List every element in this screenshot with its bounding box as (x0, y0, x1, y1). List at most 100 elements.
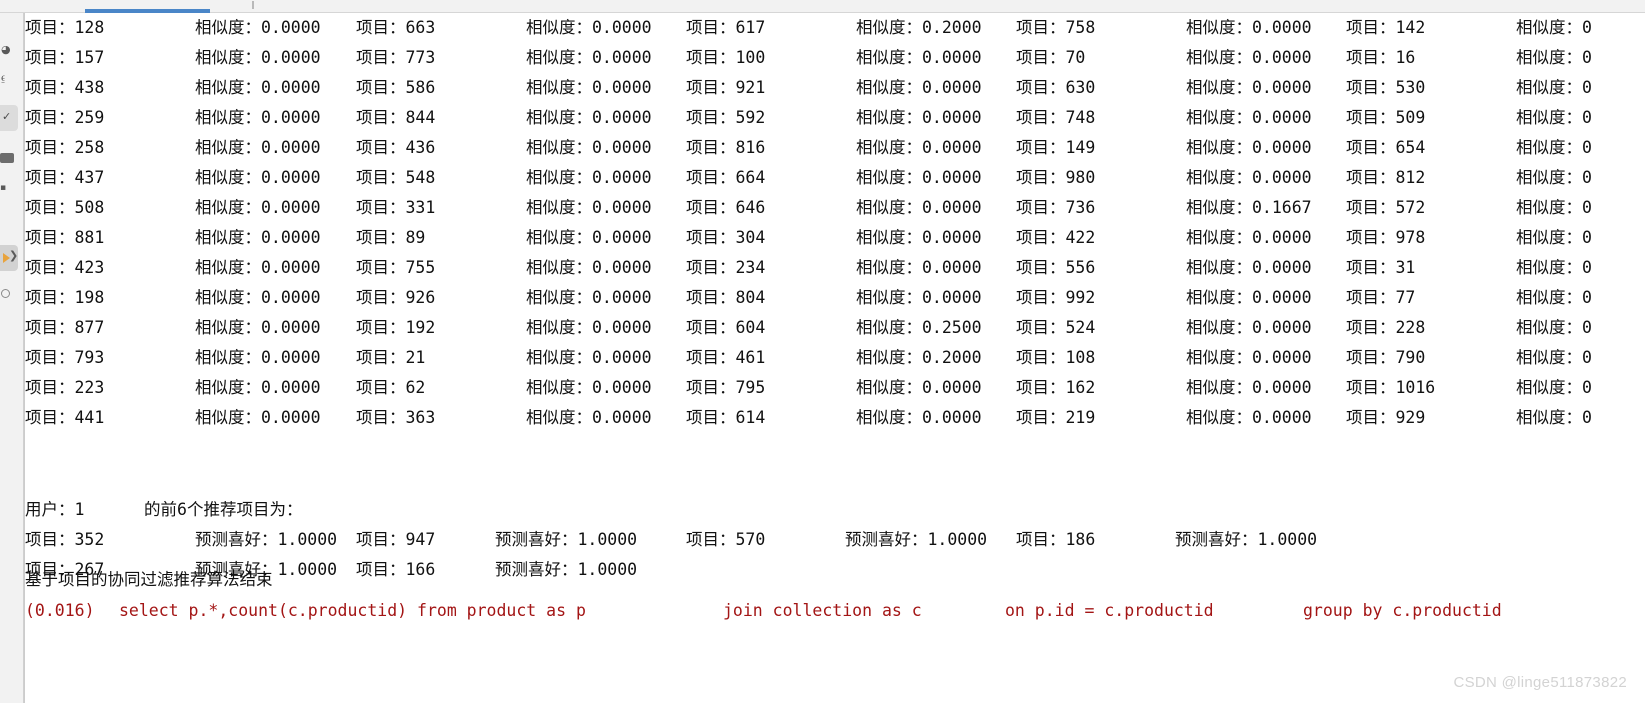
grid-similarity-value: 相似度：0 (1516, 198, 1592, 217)
notifications-icon[interactable]: ▪ (0, 181, 23, 195)
sql-log-timing: (0.016) (25, 601, 95, 620)
grid-item-label: 项目：586 (356, 78, 436, 97)
grid-similarity-value: 相似度：0.0000 (195, 108, 321, 127)
sql-log-on-clause: on p.id = c.productid (1005, 601, 1214, 620)
grid-item-label: 项目：844 (356, 108, 436, 127)
grid-item-label: 项目：128 (25, 18, 105, 37)
grid-item-label: 项目：758 (1016, 18, 1096, 37)
grid-item-label: 项目：773 (356, 48, 436, 67)
grid-item-label: 项目：793 (25, 348, 105, 367)
grid-similarity-value: 相似度：0.0000 (1186, 318, 1312, 337)
clock-icon[interactable] (1, 289, 10, 298)
grid-item-label: 项目：198 (25, 288, 105, 307)
recommendation-item-label: 项目：352 (25, 530, 105, 549)
recommendation-item-label: 项目：947 (356, 530, 436, 549)
grid-similarity-value: 相似度：0.0000 (195, 78, 321, 97)
grid-similarity-value: 相似度：0.0000 (526, 198, 652, 217)
terminal-icon[interactable] (0, 153, 14, 163)
grid-similarity-value: 相似度：0.0000 (195, 288, 321, 307)
chevron-right-icon[interactable]: ❯ (9, 249, 23, 263)
grid-similarity-value: 相似度：0.0000 (195, 18, 321, 37)
grid-item-label: 项目：162 (1016, 378, 1096, 397)
grid-similarity-value: 相似度：0.0000 (856, 138, 982, 157)
grid-similarity-value: 相似度：0.0000 (1186, 48, 1312, 67)
grid-similarity-value: 相似度：0.0000 (526, 348, 652, 367)
grid-similarity-value: 相似度：0 (1516, 378, 1592, 397)
grid-item-label: 项目：921 (686, 78, 766, 97)
grid-similarity-value: 相似度：0.0000 (526, 18, 652, 37)
grid-similarity-value: 相似度：0.0000 (195, 198, 321, 217)
grid-item-label: 项目：816 (686, 138, 766, 157)
sql-log-select-clause: select p.*,count(c.productid) from produ… (119, 601, 586, 620)
grid-item-label: 项目：363 (356, 408, 436, 427)
grid-item-label: 项目：77 (1346, 288, 1416, 307)
grid-similarity-value: 相似度：0.0000 (526, 378, 652, 397)
grid-similarity-value: 相似度：0.0000 (195, 408, 321, 427)
grid-item-label: 项目：509 (1346, 108, 1426, 127)
ide-left-tool-rail[interactable]: ⍷ ✓ ▪ ❯ ◕ (0, 13, 24, 703)
grid-item-label: 项目：192 (356, 318, 436, 337)
grid-item-label: 项目：881 (25, 228, 105, 247)
recommendation-score-value: 预测喜好：1.0000 (1175, 530, 1318, 549)
grid-similarity-value: 相似度：0.0000 (195, 48, 321, 67)
grid-similarity-value: 相似度：0 (1516, 108, 1592, 127)
sql-log-join-clause: join collection as c (723, 601, 922, 620)
grid-similarity-value: 相似度：0 (1516, 48, 1592, 67)
grid-item-label: 项目：524 (1016, 318, 1096, 337)
grid-item-label: 项目：929 (1346, 408, 1426, 427)
ide-top-toolbar[interactable] (0, 0, 1645, 13)
grid-similarity-value: 相似度：0.0000 (526, 228, 652, 247)
grid-item-label: 项目：89 (356, 228, 426, 247)
grid-item-label: 项目：755 (356, 258, 436, 277)
grid-item-label: 项目：62 (356, 378, 426, 397)
grid-similarity-value: 相似度：0.2500 (856, 318, 982, 337)
grid-similarity-value: 相似度：0.0000 (856, 78, 982, 97)
grid-item-label: 项目：508 (25, 198, 105, 217)
grid-item-label: 项目：258 (25, 138, 105, 157)
grid-item-label: 项目：556 (1016, 258, 1096, 277)
grid-similarity-value: 相似度：0.0000 (1186, 378, 1312, 397)
grid-similarity-value: 相似度：0 (1516, 138, 1592, 157)
recommendation-score-value: 预测喜好：1.0000 (195, 530, 338, 549)
recommendation-item-label: 项目：570 (686, 530, 766, 549)
grid-similarity-value: 相似度：0.0000 (856, 168, 982, 187)
grid-similarity-value: 相似度：0 (1516, 228, 1592, 247)
console-output-panel[interactable]: 项目：128 相似度：0.0000 项目：157 相似度：0.0000 项目：438 相似… (25, 13, 1645, 703)
grid-item-label: 项目：142 (1346, 18, 1426, 37)
check-icon[interactable]: ✓ (2, 110, 23, 124)
grid-item-label: 项目：614 (686, 408, 766, 427)
grid-item-label: 项目：630 (1016, 78, 1096, 97)
grid-item-label: 项目：926 (356, 288, 436, 307)
recommendation-header: 用户：1 的前6个推荐项目为： (25, 500, 303, 519)
grid-item-label: 项目：572 (1346, 198, 1426, 217)
grid-similarity-value: 相似度：0.0000 (526, 78, 652, 97)
algorithm-end-message: 基于项目的协同过滤推荐算法结束 (25, 570, 273, 589)
grid-similarity-value: 相似度：0.0000 (1186, 258, 1312, 277)
csdn-watermark: CSDN @linge511873822 (1453, 674, 1627, 691)
grid-similarity-value: 相似度：0 (1516, 288, 1592, 307)
grid-similarity-value: 相似度：0.0000 (195, 378, 321, 397)
grid-similarity-value: 相似度：0.0000 (195, 228, 321, 247)
grid-item-label: 项目：219 (1016, 408, 1096, 427)
grid-item-label: 项目：604 (686, 318, 766, 337)
grid-item-label: 项目：461 (686, 348, 766, 367)
grid-similarity-value: 相似度：0 (1516, 408, 1592, 427)
grid-similarity-value: 相似度：0.0000 (856, 288, 982, 307)
grid-item-label: 项目：149 (1016, 138, 1096, 157)
grid-similarity-value: 相似度：0 (1516, 348, 1592, 367)
grid-item-label: 项目：530 (1346, 78, 1426, 97)
grid-similarity-value: 相似度：0.0000 (195, 258, 321, 277)
grid-similarity-value: 相似度：0.0000 (526, 408, 652, 427)
recommendation-item-label: 项目：186 (1016, 530, 1096, 549)
db-icon[interactable]: ◕ (1, 43, 23, 57)
structure-icon[interactable]: ⍷ (0, 71, 23, 85)
grid-item-label: 项目：331 (356, 198, 436, 217)
grid-item-label: 项目：228 (1346, 318, 1426, 337)
grid-item-label: 项目：437 (25, 168, 105, 187)
grid-item-label: 项目：304 (686, 228, 766, 247)
grid-item-label: 项目：980 (1016, 168, 1096, 187)
grid-similarity-value: 相似度：0 (1516, 78, 1592, 97)
grid-similarity-value: 相似度：0.0000 (195, 318, 321, 337)
grid-similarity-value: 相似度：0.0000 (195, 138, 321, 157)
grid-item-label: 项目：108 (1016, 348, 1096, 367)
